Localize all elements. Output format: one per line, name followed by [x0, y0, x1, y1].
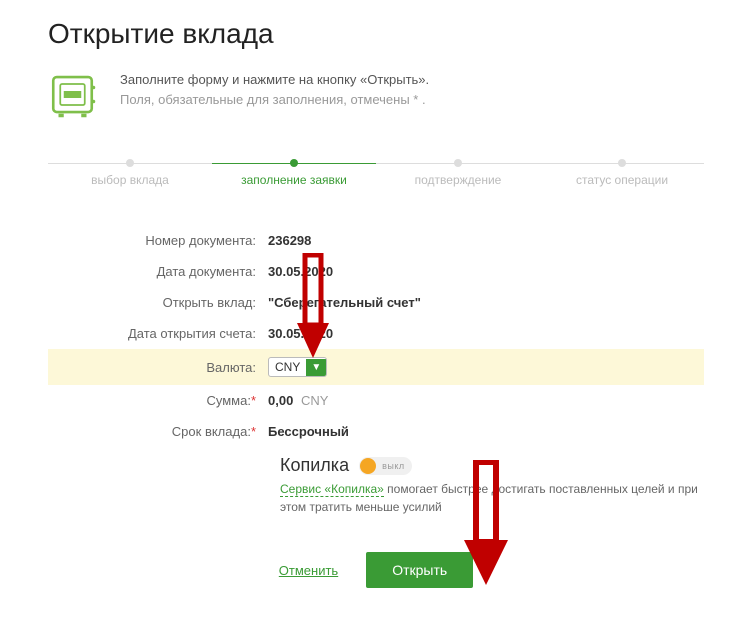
kopilka-link[interactable]: Сервис «Копилка» — [280, 482, 384, 497]
deposit-type-label: Открыть вклад: — [48, 295, 268, 310]
amount-currency: CNY — [301, 393, 328, 408]
open-date-value: 30.05.2020 — [268, 326, 333, 341]
toggle-knob — [360, 458, 376, 474]
deposit-type-value: "Сберегательный счет" — [268, 295, 421, 310]
cancel-link[interactable]: Отменить — [279, 563, 338, 578]
doc-number-value: 236298 — [268, 233, 311, 248]
doc-number-label: Номер документа: — [48, 233, 268, 248]
row-doc-number: Номер документа: 236298 — [48, 225, 704, 256]
doc-date-label: Дата документа: — [48, 264, 268, 279]
kopilka-title: Копилка — [280, 455, 349, 476]
intro-block: Заполните форму и нажмите на кнопку «Отк… — [48, 70, 704, 131]
step-4[interactable]: статус операции — [540, 155, 704, 187]
step-1[interactable]: выбор вклада — [48, 155, 212, 187]
term-value: Бессрочный — [268, 424, 349, 439]
row-doc-date: Дата документа: 30.05.2020 — [48, 256, 704, 287]
step-3[interactable]: подтверждение — [376, 155, 540, 187]
kopilka-desc: Сервис «Копилка» помогает быстрее достиг… — [280, 480, 704, 516]
open-date-label: Дата открытия счета: — [48, 326, 268, 341]
stepper: выбор вклада заполнение заявки подтвержд… — [48, 155, 704, 187]
intro-line2: Поля, обязательные для заполнения, отмеч… — [120, 90, 429, 110]
row-amount: Сумма:* 0,00 CNY — [48, 385, 704, 416]
row-open-date: Дата открытия счета: 30.05.2020 — [48, 318, 704, 349]
row-currency: Валюта: CNY ▼ — [48, 349, 704, 385]
term-label: Срок вклада:* — [48, 424, 268, 439]
row-deposit-type: Открыть вклад: "Сберегательный счет" — [48, 287, 704, 318]
amount-value[interactable]: 0,00 — [268, 393, 293, 408]
kopilka-block: Копилка выкл Сервис «Копилка» помогает б… — [280, 455, 704, 516]
amount-label: Сумма:* — [48, 393, 268, 408]
step-2[interactable]: заполнение заявки — [212, 155, 376, 187]
dropdown-arrow-icon: ▼ — [306, 359, 326, 376]
kopilka-toggle[interactable]: выкл — [359, 457, 412, 475]
page-title: Открытие вклада — [48, 18, 704, 50]
currency-label: Валюта: — [48, 360, 268, 375]
currency-value: CNY — [269, 358, 306, 376]
intro-line1: Заполните форму и нажмите на кнопку «Отк… — [120, 70, 429, 90]
row-term: Срок вклада:* Бессрочный — [48, 416, 704, 447]
actions: Отменить Открыть — [48, 552, 704, 588]
toggle-label: выкл — [376, 461, 411, 471]
submit-button[interactable]: Открыть — [366, 552, 473, 588]
currency-select[interactable]: CNY ▼ — [268, 357, 327, 377]
doc-date-value: 30.05.2020 — [268, 264, 333, 279]
safe-icon — [48, 70, 104, 131]
